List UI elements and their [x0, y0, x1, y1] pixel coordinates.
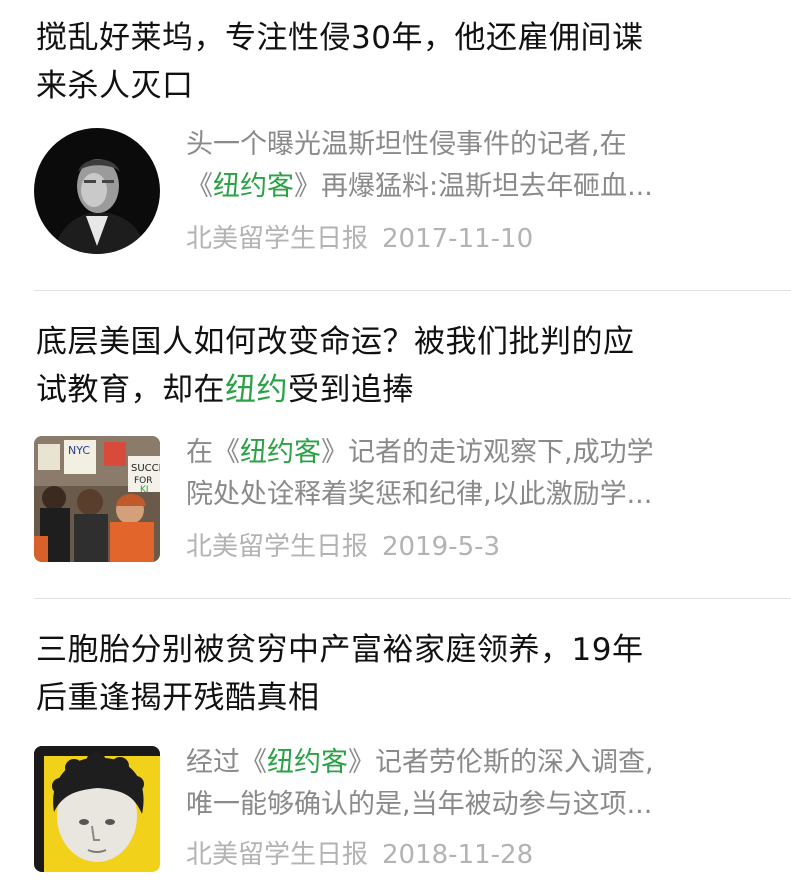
highlight-keyword: 纽约客 [240, 437, 321, 468]
highlight-keyword: 纽约客 [213, 171, 294, 202]
digest-text: 》记者的走访观察下,成功学 [321, 437, 654, 468]
article-title[interactable]: 底层美国人如何改变命运？被我们批判的应 试教育，却在纽约受到追捧 [36, 318, 766, 414]
portrait-man-photo-icon [34, 128, 160, 254]
sign-text: NYC [68, 444, 90, 457]
divider [34, 598, 791, 599]
highlight-keyword: 纽约 [225, 372, 288, 408]
title-text: 受到追捧 [288, 372, 414, 408]
article-title[interactable]: 三胞胎分别被贫穷中产富裕家庭领养，19年 后重逢揭开残酷真相 [36, 626, 766, 722]
article-list: 搅乱好莱坞，专注性侵30年，他还雇佣间谍 来杀人灭口 头一个曝光温斯坦性侵事件的… [0, 0, 791, 886]
article-meta: 北美留学生日报 2017-11-10 [186, 222, 533, 256]
source-name[interactable]: 北美留学生日报 [186, 224, 368, 254]
article-digest: 头一个曝光温斯坦性侵事件的记者,在 《纽约客》再爆猛料:温斯坦去年砸血... [186, 124, 756, 208]
article-thumbnail[interactable]: NYC SUCCE FOR KI [34, 436, 160, 562]
protest-crowd-photo-icon: NYC SUCCE FOR KI [34, 436, 160, 562]
sign-text: SUCCE [131, 463, 160, 474]
article-title-line: 后重逢揭开残酷真相 [36, 680, 320, 716]
digest-line: 经过《纽约客》记者劳伦斯的深入调查, [186, 742, 756, 784]
digest-line: 在《纽约客》记者的走访观察下,成功学 [186, 432, 756, 474]
article-title-line: 三胞胎分别被贫穷中产富裕家庭领养，19年 [36, 632, 644, 668]
publish-date: 2019-5-3 [382, 532, 501, 562]
article-thumbnail[interactable] [34, 746, 160, 872]
article-title-line: 底层美国人如何改变命运？被我们批判的应 [36, 324, 635, 360]
digest-line: 头一个曝光温斯坦性侵事件的记者,在 [186, 129, 627, 160]
digest-text: 《 [186, 171, 213, 202]
source-name[interactable]: 北美留学生日报 [186, 532, 368, 562]
curly-hair-boy-portrait-icon [34, 746, 160, 872]
article-meta: 北美留学生日报 2018-11-28 [186, 838, 533, 872]
publish-date: 2017-11-10 [382, 224, 534, 254]
digest-text: 》记者劳伦斯的深入调查, [348, 747, 654, 778]
article-title-line: 来杀人灭口 [36, 68, 194, 104]
publish-date: 2018-11-28 [382, 840, 534, 870]
digest-text: 》再爆猛料:温斯坦去年砸血... [294, 171, 653, 202]
article-digest: 经过《纽约客》记者劳伦斯的深入调查, 唯一能够确认的是,当年被动参与这项... [186, 742, 756, 826]
article-digest: 在《纽约客》记者的走访观察下,成功学 院处处诠释着奖惩和纪律,以此激励学... [186, 432, 756, 516]
digest-line: 院处处诠释着奖惩和纪律,以此激励学... [186, 479, 653, 510]
divider [34, 290, 791, 291]
digest-line: 唯一能够确认的是,当年被动参与这项... [186, 789, 653, 820]
article-meta: 北美留学生日报 2019-5-3 [186, 530, 500, 564]
sign-text: KI [140, 485, 149, 495]
article-thumbnail[interactable] [34, 128, 160, 254]
article-title-line: 试教育，却在纽约受到追捧 [36, 366, 766, 414]
title-text: 试教育，却在 [36, 372, 225, 408]
digest-text: 经过《 [186, 747, 267, 778]
digest-line: 《纽约客》再爆猛料:温斯坦去年砸血... [186, 166, 756, 208]
highlight-keyword: 纽约客 [267, 747, 348, 778]
article-title-line: 搅乱好莱坞，专注性侵30年，他还雇佣间谍 [36, 20, 644, 56]
digest-text: 在《 [186, 437, 240, 468]
article-title[interactable]: 搅乱好莱坞，专注性侵30年，他还雇佣间谍 来杀人灭口 [36, 14, 766, 110]
source-name[interactable]: 北美留学生日报 [186, 840, 368, 870]
